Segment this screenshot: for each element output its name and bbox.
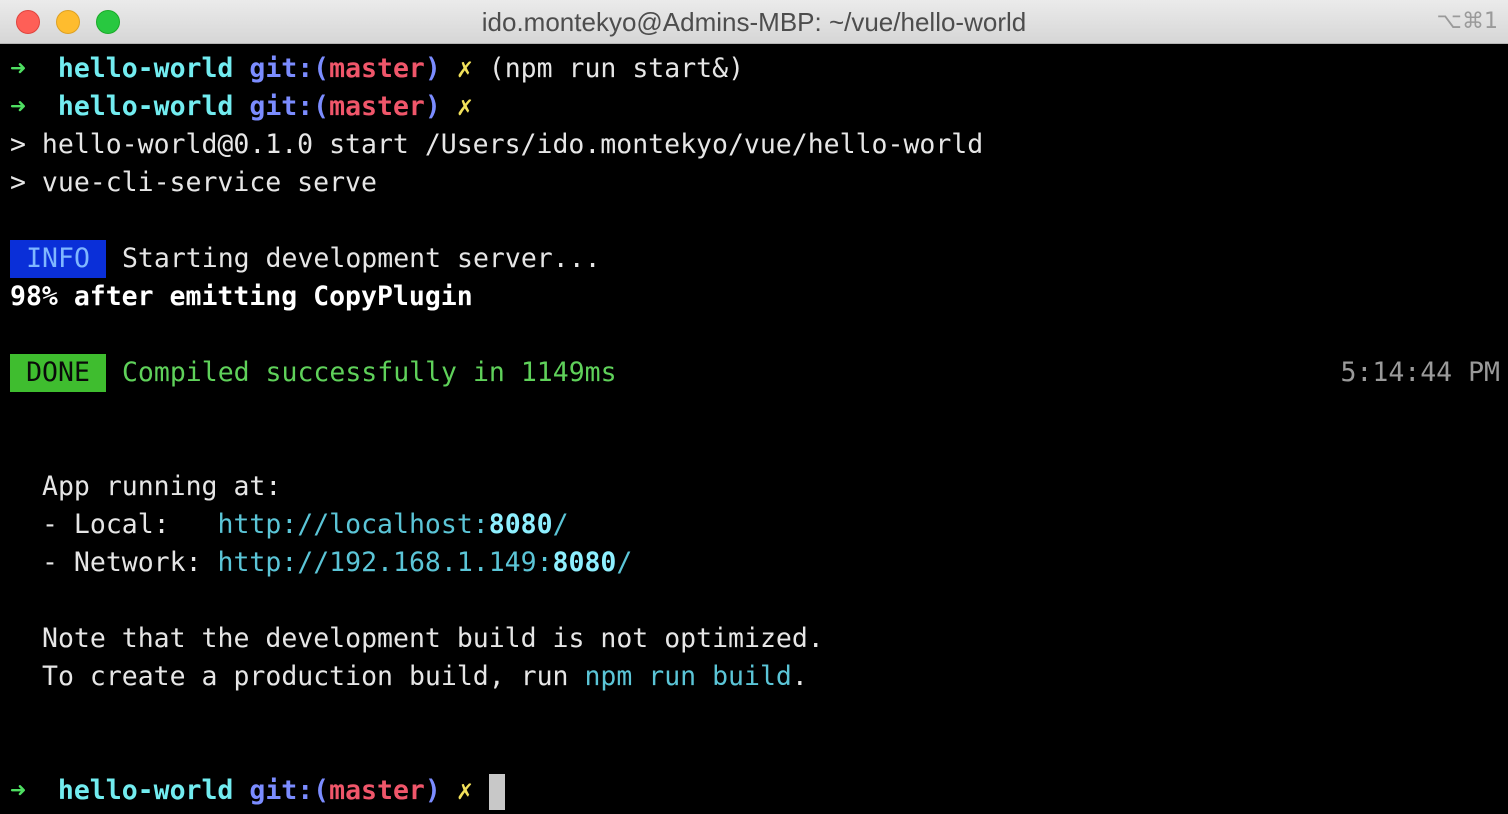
done-timestamp: 5:14:44 PM: [1340, 357, 1500, 388]
progress-output: 98% after emitting CopyPlugin: [10, 281, 473, 312]
window-title: ido.montekyo@Admins-MBP: ~/vue/hello-wor…: [481, 7, 1027, 37]
prompt-arrow-icon: ➜: [10, 53, 26, 84]
prompt-directory: hello-world: [57, 53, 234, 84]
local-label: - Local:: [42, 509, 218, 540]
command-text: (npm run start&): [488, 53, 745, 84]
network-label: - Network:: [42, 547, 218, 578]
network-url-link[interactable]: http://192.168.1.149:8080/: [218, 547, 633, 578]
prompt-git-suffix: ): [424, 53, 441, 84]
prompt-arrow-icon: ➜: [10, 91, 26, 122]
prompt-branch: master: [329, 91, 425, 122]
active-prompt-line[interactable]: ➜ hello-world git:(master) ✗: [10, 772, 505, 810]
npm-serve-output: > vue-cli-service serve: [10, 167, 377, 198]
prompt-dirty-icon: ✗: [456, 53, 473, 84]
prompt-branch: master: [329, 53, 425, 84]
prompt-git-suffix: ): [424, 91, 441, 122]
terminal-content[interactable]: ➜ hello-world git:(master) ✗ (npm run st…: [0, 44, 1508, 814]
prompt-dirty-icon: ✗: [456, 775, 473, 806]
local-url-line: - Local: http://localhost:8080/: [42, 506, 569, 544]
app-running-label: App running at:: [42, 471, 282, 502]
prompt-arrow-icon: ➜: [10, 775, 26, 806]
text-cursor[interactable]: [488, 773, 505, 810]
title-bar[interactable]: ido.montekyo@Admins-MBP: ~/vue/hello-wor…: [0, 0, 1508, 44]
prompt-directory: hello-world: [57, 775, 234, 806]
info-badge: INFO: [10, 240, 106, 278]
prompt-line: ➜ hello-world git:(master) ✗: [10, 88, 473, 126]
info-text: Starting development server...: [121, 243, 601, 274]
local-url-link[interactable]: http://localhost:8080/: [218, 509, 569, 540]
done-line: DONE Compiled successfully in 1149ms: [10, 354, 617, 392]
done-badge: DONE: [10, 354, 106, 392]
build-command: npm run build: [584, 661, 792, 692]
prompt-git-prefix: git:(: [249, 91, 330, 122]
info-line: INFO Starting development server...: [10, 240, 601, 278]
prompt-dirty-icon: ✗: [456, 91, 473, 122]
note-line: Note that the development build is not o…: [42, 623, 824, 654]
prompt-directory: hello-world: [57, 91, 234, 122]
prompt-branch: master: [329, 775, 425, 806]
prompt-git-prefix: git:(: [249, 53, 330, 84]
network-url-line: - Network: http://192.168.1.149:8080/: [42, 544, 632, 582]
prompt-git-prefix: git:(: [249, 775, 330, 806]
build-hint-line: To create a production build, run npm ru…: [42, 661, 808, 692]
done-text: Compiled successfully in 1149ms: [121, 357, 617, 388]
prompt-line: ➜ hello-world git:(master) ✗ (npm run st…: [10, 50, 744, 88]
terminal-window: ido.montekyo@Admins-MBP: ~/vue/hello-wor…: [0, 0, 1508, 814]
prompt-git-suffix: ): [424, 775, 441, 806]
tab-shortcut-label: ⌥⌘1: [1436, 9, 1498, 34]
npm-start-output: > hello-world@0.1.0 start /Users/ido.mon…: [10, 129, 984, 160]
